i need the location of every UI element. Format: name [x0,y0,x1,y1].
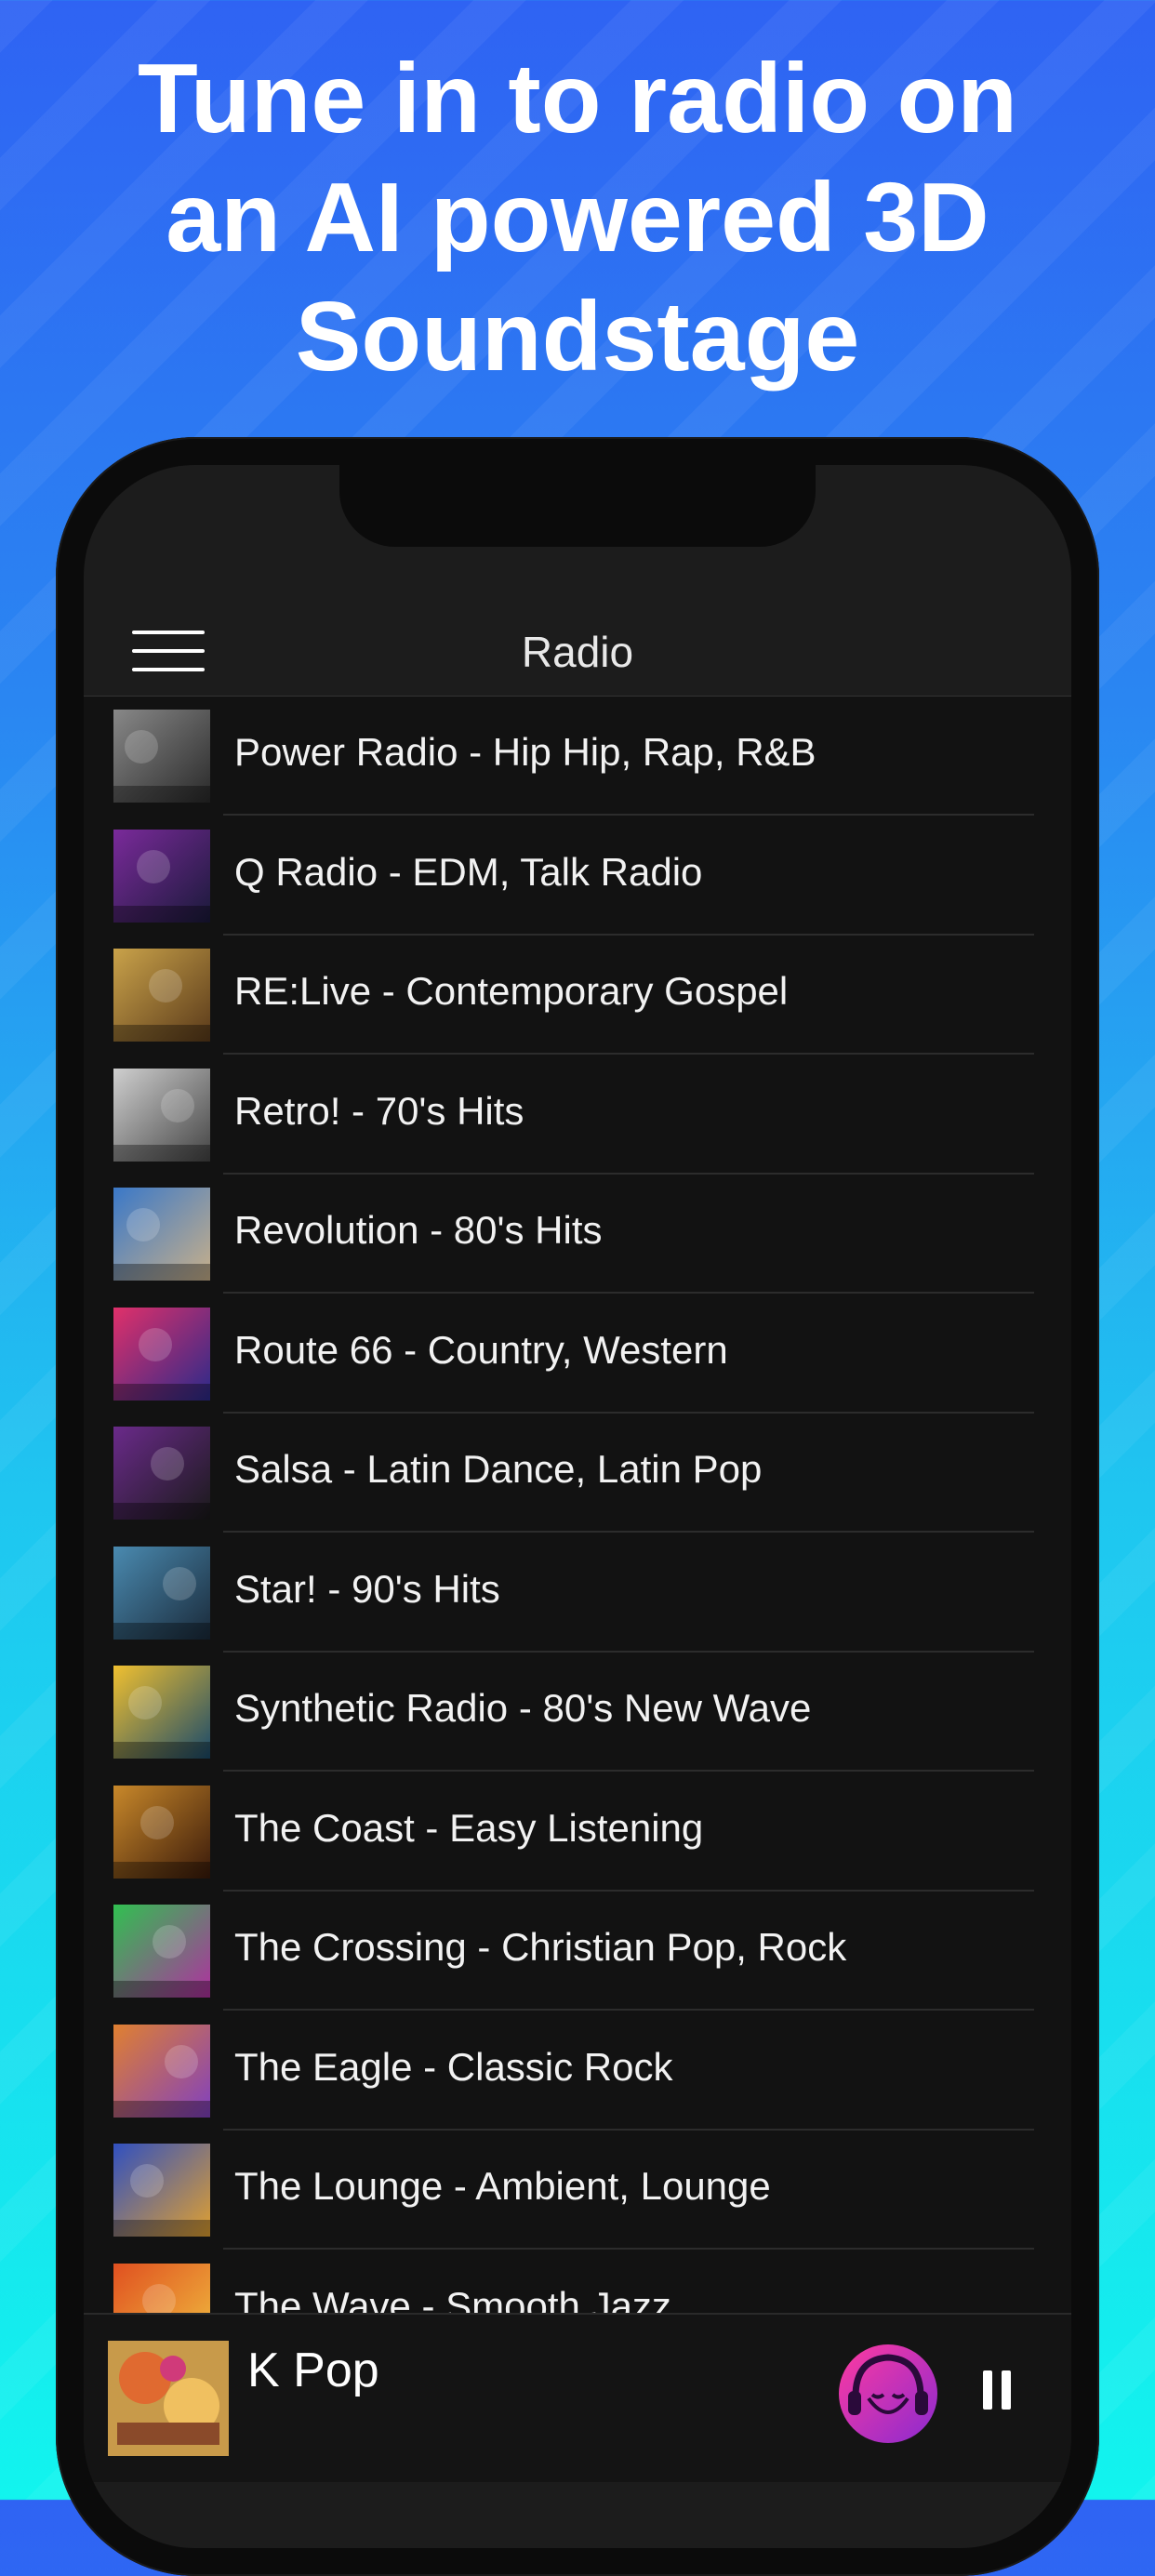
page-title: Radio [521,628,634,676]
station-label: Retro! - 70's Hits [234,1088,524,1133]
station-row[interactable]: The Lounge - Ambient, Lounge [84,2131,1071,2250]
station-row[interactable]: The Crossing - Christian Pop, Rock [84,1892,1071,2011]
listener-avatar-icon[interactable] [837,2343,939,2445]
station-row[interactable]: Star! - 90's Hits [84,1534,1071,1653]
nav-bar: Radio [84,604,1071,697]
station-list[interactable]: Power Radio - Hip Hip, Rap, R&B Q Radio -… [84,697,1071,2315]
now-playing-title: K Pop [247,2344,379,2397]
station-row[interactable]: Power Radio - Hip Hip, Rap, R&B [84,697,1071,816]
station-label: Q Radio - EDM, Talk Radio [234,849,703,894]
station-label: Star! - 90's Hits [234,1566,500,1611]
mini-player[interactable]: K Pop [84,2313,1071,2482]
phone-screen: Radio Power Radio - Hip Hip, Rap, R&B Q R… [84,465,1071,2548]
jazz-art [113,1068,210,1162]
car-art [113,1427,210,1520]
station-row[interactable]: The Eagle - Classic Rock [84,2012,1071,2131]
station-row[interactable]: Revolution - 80's Hits [84,1175,1071,1294]
station-row[interactable]: The Coast - Easy Listening [84,1773,1071,1892]
headline-line-1: Tune in to radio on [137,44,1018,153]
now-playing-art [108,2341,229,2456]
station-label: The Crossing - Christian Pop, Rock [234,1925,847,1969]
headline-line-2: an AI powered 3D [166,163,989,272]
station-row[interactable]: Retro! - 70's Hits [84,1056,1071,1175]
station-label: The Coast - Easy Listening [234,1805,704,1850]
classic-one-art [113,949,210,1042]
pause-icon[interactable] [983,2370,1011,2410]
retro-art [113,1785,210,1879]
station-row[interactable]: Route 66 - Country, Western [84,1295,1071,1414]
station-label: The Eagle - Classic Rock [234,2044,673,2089]
awesome-80s-art [113,1307,210,1401]
station-row[interactable]: Q Radio - EDM, Talk Radio [84,817,1071,936]
station-label: Power Radio - Hip Hip, Rap, R&B [234,730,816,774]
station-row[interactable]: Synthetic Radio - 80's New Wave [84,1653,1071,1772]
headline-line-3: Soundstage [295,282,860,392]
station-label: The Lounge - Ambient, Lounge [234,2164,771,2208]
blues-town-art [113,1546,210,1640]
area-51-art [113,829,210,923]
psychedelic-art [113,2024,210,2118]
station-row[interactable]: The Wave - Smooth Jazz [84,2251,1071,2316]
station-label: Salsa - Latin Dance, Latin Pop [234,1447,763,1491]
phone-notch [339,465,816,547]
station-label: RE:Live - Contemporary Gospel [234,969,789,1013]
promo-headline: Tune in to radio on an AI powered 3D Sou… [0,39,1155,396]
station-label: Route 66 - Country, Western [234,1327,728,1372]
station-label: Revolution - 80's Hits [234,1208,603,1252]
zen-stones-art [113,710,210,803]
station-label: The Wave - Smooth Jazz [234,2283,671,2316]
phone-frame: Radio Power Radio - Hip Hip, Rap, R&B Q R… [56,437,1099,2576]
station-label: Synthetic Radio - 80's New Wave [234,1686,812,1730]
the-wave-art [113,1666,210,1759]
radio-art [113,1905,210,1998]
station-row[interactable]: RE:Live - Contemporary Gospel [84,936,1071,1055]
indie-nation-art [113,2263,210,2315]
highway-art [113,1188,210,1281]
bang-art [113,2144,210,2237]
station-row[interactable]: Salsa - Latin Dance, Latin Pop [84,1414,1071,1533]
